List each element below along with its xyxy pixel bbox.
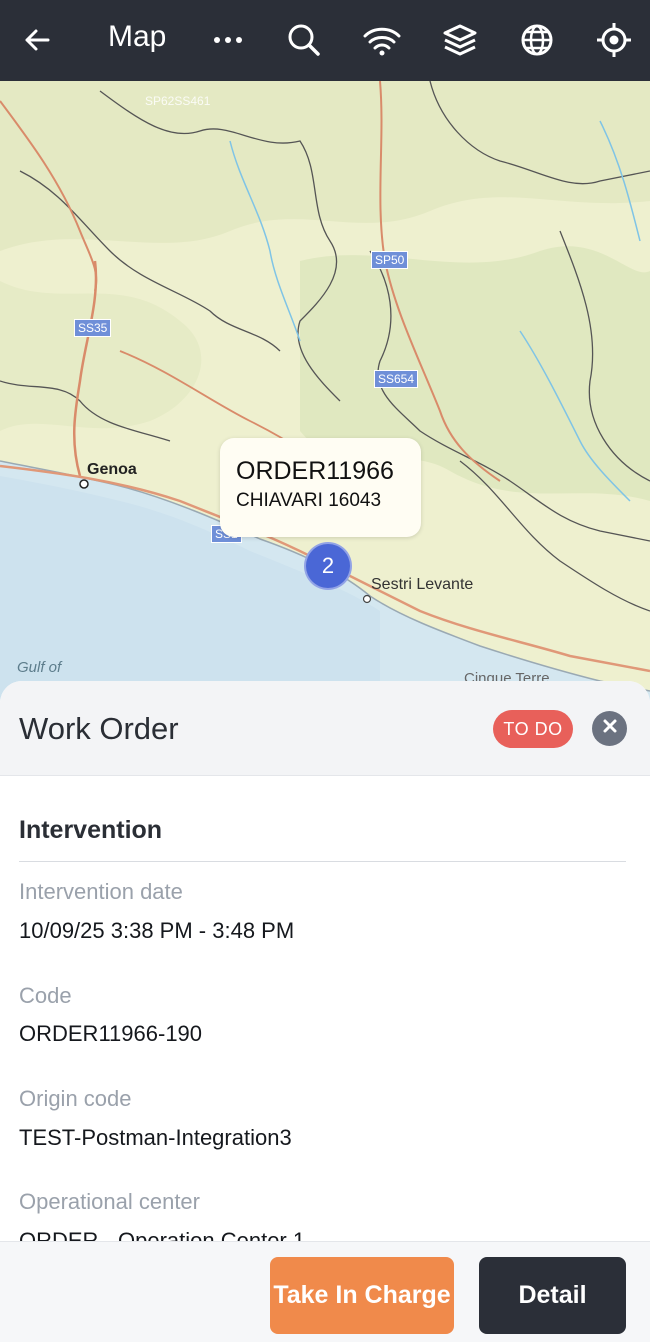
action-footer: Take In Charge Detail (0, 1241, 650, 1342)
search-icon (287, 23, 321, 57)
locate-button[interactable] (586, 12, 642, 68)
road-shield-sp50: SP50 (371, 251, 409, 269)
take-in-charge-button[interactable]: Take In Charge (270, 1257, 454, 1334)
search-button[interactable] (276, 12, 332, 68)
code-label: Code (19, 983, 72, 1008)
section-title-intervention: Intervention (19, 816, 163, 844)
back-arrow-icon (22, 25, 52, 55)
close-icon (602, 718, 618, 739)
popup-order: ORDER11966 (236, 457, 394, 485)
road-shield-ss35: SS35 (74, 319, 112, 337)
cluster-marker[interactable]: 2 (304, 542, 352, 590)
road-shield-top: SP62SS461 (145, 94, 211, 108)
sheet-header: Work Order TO DO (0, 681, 650, 776)
status-badge: TO DO (493, 710, 573, 748)
code-value: ORDER11966-190 (19, 1021, 203, 1046)
wifi-button[interactable] (354, 12, 410, 68)
origin-code-value: TEST-Postman-Integration3 (19, 1125, 292, 1150)
origin-code-label: Origin code (19, 1086, 132, 1111)
map-label-sestri: Sestri Levante (371, 576, 474, 593)
more-button[interactable] (200, 12, 256, 68)
intervention-date-label: Intervention date (19, 879, 183, 904)
top-app-bar: Map (0, 0, 650, 81)
more-icon (213, 35, 243, 45)
locate-icon (596, 22, 632, 58)
popup-city: CHIAVARI 16043 (236, 490, 382, 511)
operational-center-label: Operational center (19, 1189, 200, 1214)
map-popup[interactable]: ORDER11966 CHIAVARI 16043 (220, 438, 421, 537)
wifi-icon (362, 24, 402, 56)
layers-button[interactable] (432, 12, 488, 68)
globe-button[interactable] (509, 12, 565, 68)
detail-button[interactable]: Detail (479, 1257, 626, 1334)
map-label-gulf: Gulf of (17, 659, 62, 676)
back-button[interactable] (9, 12, 65, 68)
map-base-layer (0, 81, 650, 701)
section-divider (19, 861, 626, 862)
map-view[interactable]: SP62SS461 SP50 SS35 SS654 SS1 Genoa Sest… (0, 81, 650, 701)
road-shield-ss654: SS654 (374, 370, 419, 388)
page-title: Map (108, 20, 167, 53)
close-button[interactable] (592, 711, 627, 746)
sheet-title: Work Order (19, 711, 179, 746)
globe-icon (520, 23, 554, 57)
intervention-date-value: 10/09/25 3:38 PM - 3:48 PM (19, 918, 295, 943)
map-label-genoa: Genoa (87, 461, 137, 478)
layers-icon (442, 23, 478, 57)
